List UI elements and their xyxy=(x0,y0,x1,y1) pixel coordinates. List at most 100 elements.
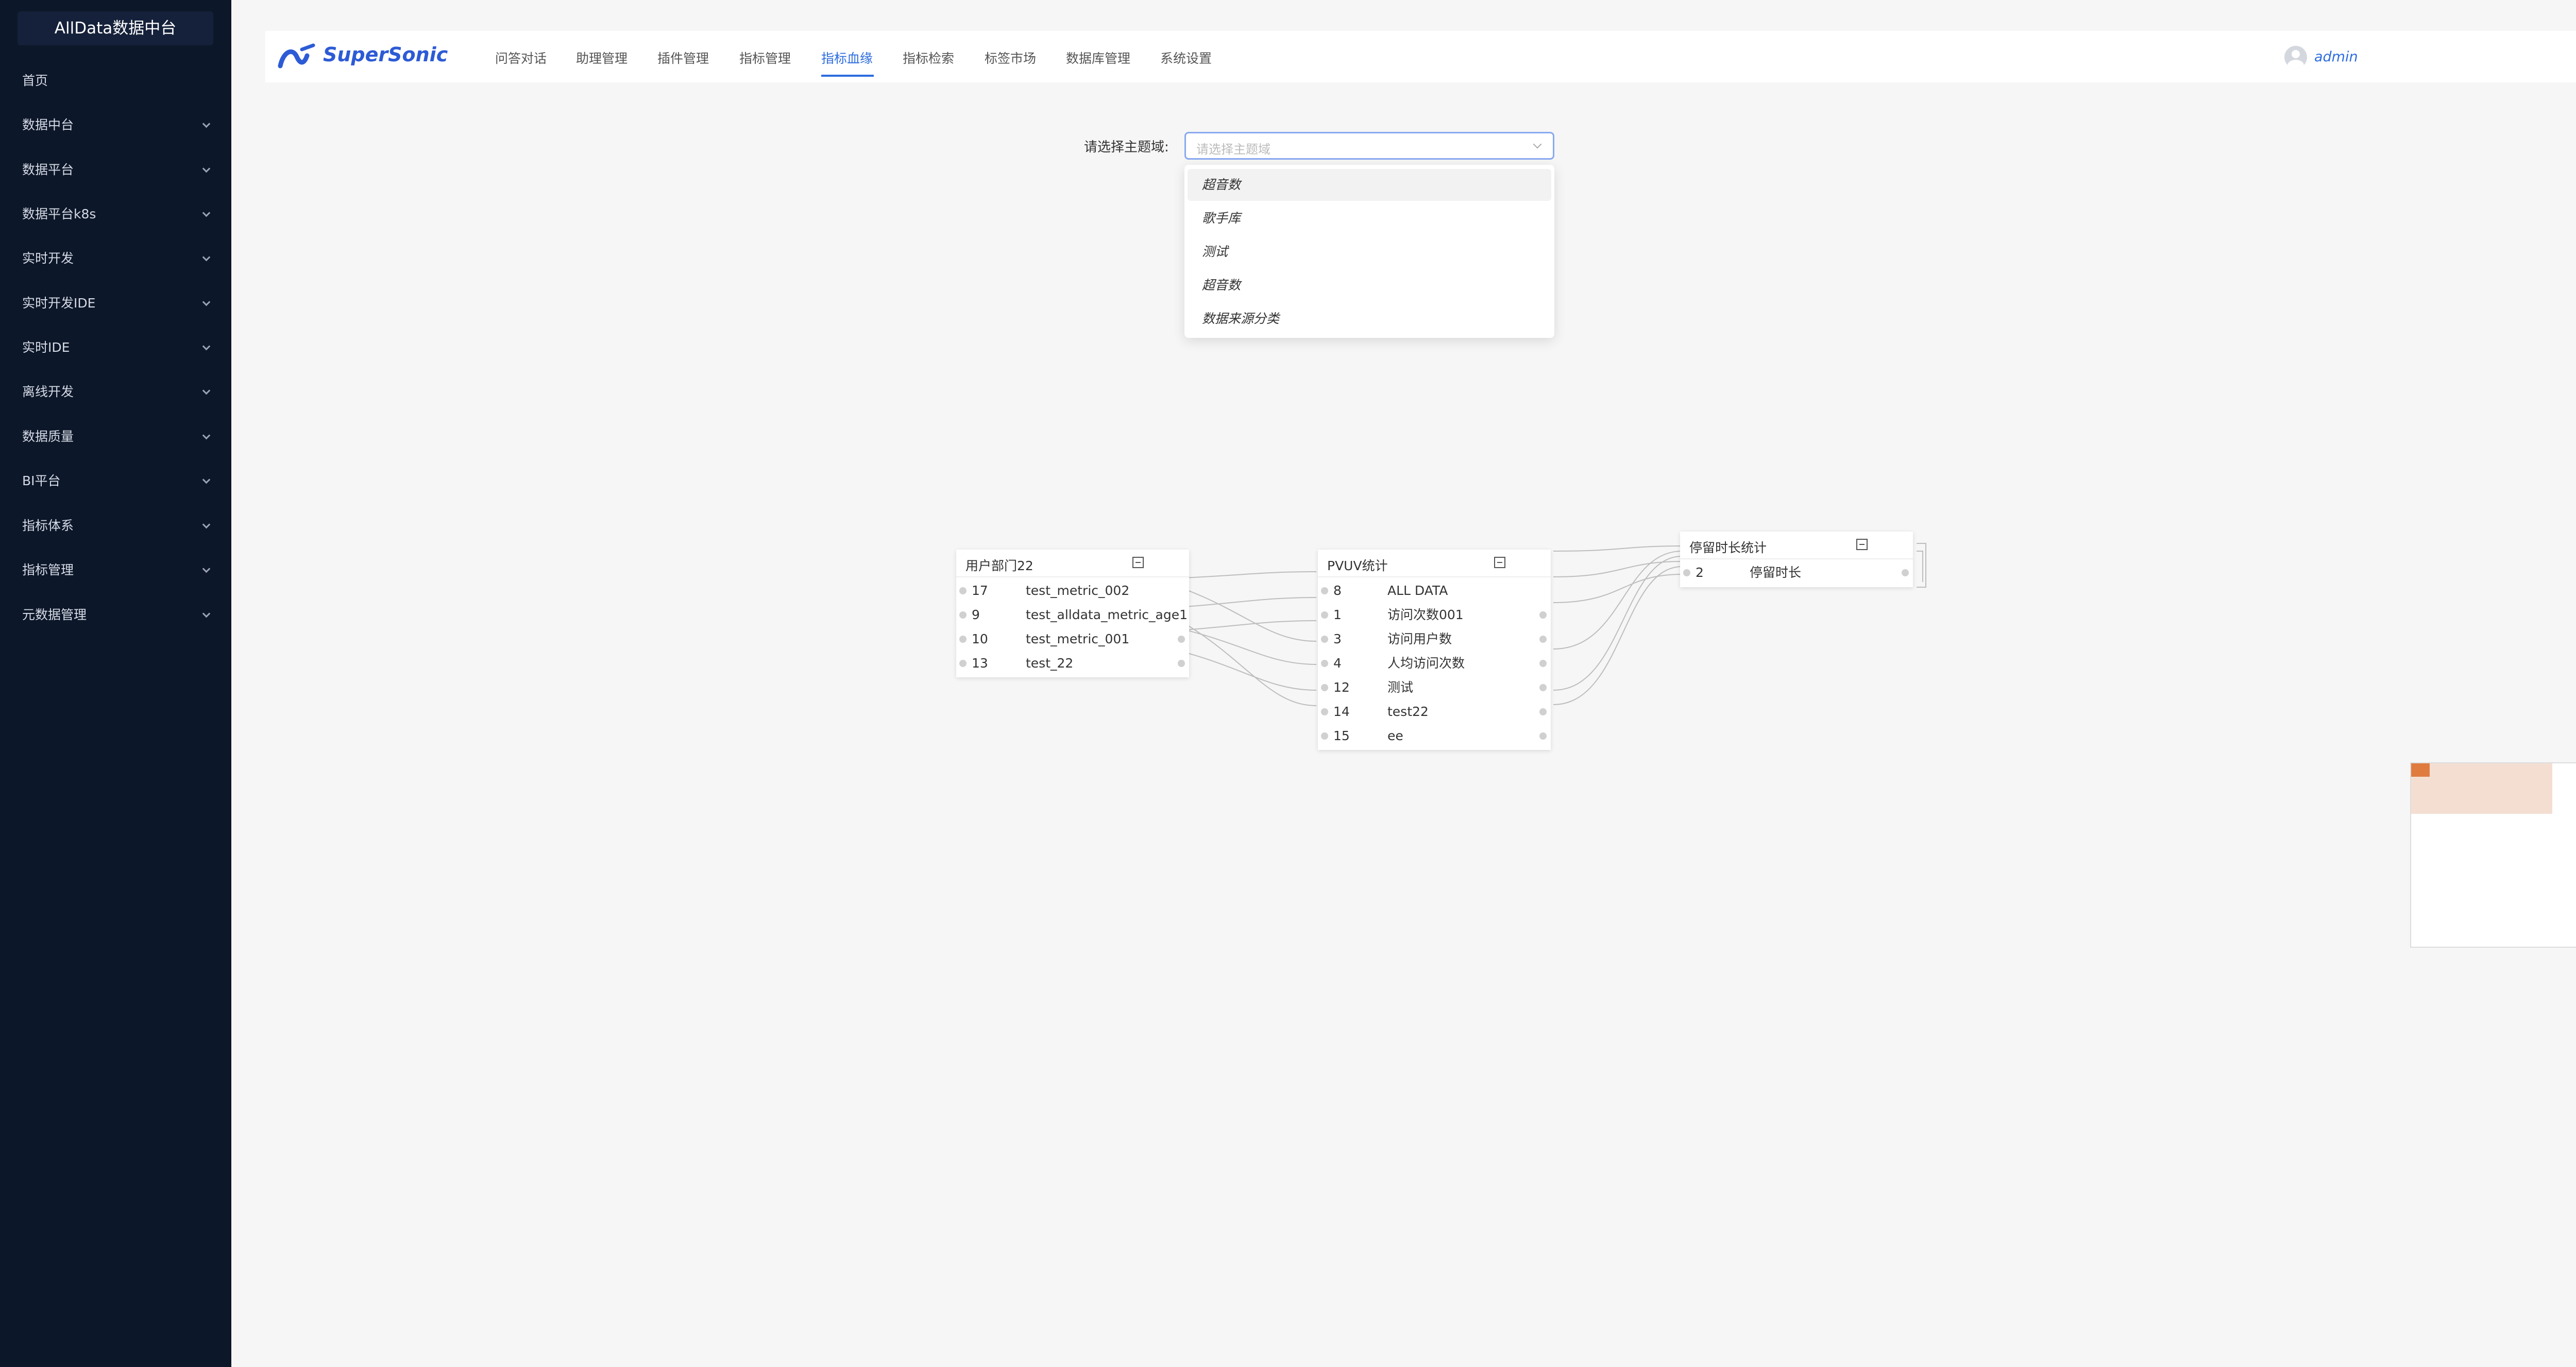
dropdown-option[interactable]: 数据来源分类 xyxy=(1188,303,1551,335)
row-name: 访问用户数 xyxy=(1387,631,1452,646)
sidebar-item-realtime-dev-ide[interactable]: 实时开发IDE xyxy=(0,288,231,319)
dropdown-option[interactable]: 超音数 xyxy=(1188,169,1551,201)
port-dot[interactable] xyxy=(1539,708,1547,715)
username[interactable]: admin xyxy=(2314,49,2358,65)
lineage-node[interactable]: PVUV统计 8 ALL DATA 1 访问次数001 3 访问用户数 4 人均… xyxy=(1318,550,1551,750)
sidebar-item-label: 实时开发 xyxy=(22,251,74,266)
sidebar-item-metric-management[interactable]: 指标管理 xyxy=(0,555,231,586)
row-name: test_alldata_metric_age1 xyxy=(1026,607,1188,622)
sidebar-item-data-quality[interactable]: 数据质量 xyxy=(0,421,231,452)
node-row[interactable]: 12 测试 xyxy=(1318,675,1551,699)
port-dot[interactable] xyxy=(1683,569,1690,576)
chevron-down-icon xyxy=(202,342,211,351)
nav-qa[interactable]: 问答对话 xyxy=(495,48,547,69)
port-dot[interactable] xyxy=(1178,636,1185,643)
node-row[interactable]: 8 ALL DATA xyxy=(1318,578,1551,603)
row-name: 访问次数001 xyxy=(1387,607,1464,622)
row-id: 14 xyxy=(1333,704,1350,719)
node-header: 停留时长统计 xyxy=(1680,532,1913,559)
port-dot[interactable] xyxy=(1539,636,1547,643)
sidebar-item-label: 首页 xyxy=(22,73,48,88)
collapse-icon[interactable] xyxy=(1494,557,1505,568)
port-dot[interactable] xyxy=(1321,732,1328,740)
node-row[interactable]: 3 访问用户数 xyxy=(1318,627,1551,651)
sidebar-item-data-platform-k8s[interactable]: 数据平台k8s xyxy=(0,199,231,230)
select-placeholder: 请选择主题域 xyxy=(1196,142,1270,157)
sidebar-item-realtime-ide[interactable]: 实时IDE xyxy=(0,332,231,363)
port-dot[interactable] xyxy=(1539,732,1547,740)
port-dot[interactable] xyxy=(1539,611,1547,619)
nav-metric-management[interactable]: 指标管理 xyxy=(739,48,791,69)
row-id: 2 xyxy=(1696,565,1704,580)
dropdown-option[interactable]: 测试 xyxy=(1188,236,1551,268)
domain-select[interactable]: 请选择主题域 xyxy=(1184,132,1554,160)
row-name: 人均访问次数 xyxy=(1387,656,1465,671)
minimap[interactable] xyxy=(2410,762,2576,948)
row-name: test22 xyxy=(1387,704,1429,719)
sidebar-item-label: 数据平台 xyxy=(22,162,74,177)
collapse-icon[interactable] xyxy=(1132,557,1144,568)
sidebar-item-label: 实时IDE xyxy=(22,340,70,355)
node-row[interactable]: 9 test_alldata_metric_age1 xyxy=(956,603,1189,627)
node-header: PVUV统计 xyxy=(1318,550,1551,577)
chevron-down-icon xyxy=(202,209,211,217)
chevron-down-icon xyxy=(202,520,211,529)
row-name: ee xyxy=(1387,728,1403,743)
chevron-down-icon xyxy=(202,565,211,573)
nav-active-indicator xyxy=(821,75,874,77)
nav-database[interactable]: 数据库管理 xyxy=(1066,48,1130,69)
port-dot[interactable] xyxy=(959,587,967,594)
row-id: 12 xyxy=(1333,680,1350,695)
node-row[interactable]: 10 test_metric_001 xyxy=(956,627,1189,651)
port-dot[interactable] xyxy=(1178,660,1185,667)
node-row[interactable]: 1 访问次数001 xyxy=(1318,603,1551,627)
nav-metric-search[interactable]: 指标检索 xyxy=(903,48,954,69)
port-dot[interactable] xyxy=(959,611,967,619)
node-row[interactable]: 14 test22 xyxy=(1318,699,1551,724)
port-dot[interactable] xyxy=(959,660,967,667)
row-id: 1 xyxy=(1333,607,1342,622)
chevron-down-icon xyxy=(202,164,211,173)
port-dot[interactable] xyxy=(1321,660,1328,667)
port-dot[interactable] xyxy=(1321,611,1328,619)
port-dot[interactable] xyxy=(1321,684,1328,691)
sidebar-item-label: 实时开发IDE xyxy=(22,296,96,311)
sidebar-item-offline-dev[interactable]: 离线开发 xyxy=(0,377,231,407)
port-dot[interactable] xyxy=(1321,708,1328,715)
collapse-icon[interactable] xyxy=(1856,539,1868,550)
node-row[interactable]: 15 ee xyxy=(1318,724,1551,748)
chevron-down-icon xyxy=(202,253,211,262)
lineage-node[interactable]: 用户部门22 17 test_metric_002 9 test_alldata… xyxy=(956,550,1189,677)
sidebar-item-bi[interactable]: BI平台 xyxy=(0,466,231,497)
minimap-viewport[interactable] xyxy=(2411,763,2552,814)
dropdown-option[interactable]: 超音数 xyxy=(1188,269,1551,301)
row-id: 3 xyxy=(1333,631,1342,646)
port-dot[interactable] xyxy=(1321,587,1328,594)
port-dot[interactable] xyxy=(1902,569,1909,576)
sidebar-item-metric-system[interactable]: 指标体系 xyxy=(0,510,231,541)
node-row[interactable]: 17 test_metric_002 xyxy=(956,578,1189,603)
node-row[interactable]: 4 人均访问次数 xyxy=(1318,651,1551,675)
dropdown-option[interactable]: 歌手库 xyxy=(1188,202,1551,234)
sidebar-item-data-middle[interactable]: 数据中台 xyxy=(0,110,231,141)
nav-metric-lineage[interactable]: 指标血缘 xyxy=(821,48,873,69)
sidebar-item-data-platform[interactable]: 数据平台 xyxy=(0,155,231,185)
sidebar: AllData数据中台 首页 数据中台 数据平台 数据平台k8s 实时开发 实时… xyxy=(0,0,231,1367)
avatar[interactable] xyxy=(2284,46,2307,69)
chevron-down-icon xyxy=(202,609,211,618)
sidebar-item-metadata[interactable]: 元数据管理 xyxy=(0,600,231,630)
node-title: PVUV统计 xyxy=(1327,558,1388,573)
sidebar-item-home[interactable]: 首页 xyxy=(0,65,231,96)
nav-settings[interactable]: 系统设置 xyxy=(1160,48,1212,69)
port-dot[interactable] xyxy=(1539,684,1547,691)
nav-tag-market[interactable]: 标签市场 xyxy=(985,48,1036,69)
nav-assistant[interactable]: 助理管理 xyxy=(576,48,628,69)
port-dot[interactable] xyxy=(959,636,967,643)
node-row[interactable]: 13 test_22 xyxy=(956,651,1189,675)
port-dot[interactable] xyxy=(1539,660,1547,667)
sidebar-item-realtime-dev[interactable]: 实时开发 xyxy=(0,243,231,274)
port-dot[interactable] xyxy=(1321,636,1328,643)
node-row[interactable]: 2 停留时长 xyxy=(1680,560,1913,585)
lineage-node[interactable]: 停留时长统计 2 停留时长 xyxy=(1680,532,1913,587)
nav-plugin[interactable]: 插件管理 xyxy=(657,48,709,69)
